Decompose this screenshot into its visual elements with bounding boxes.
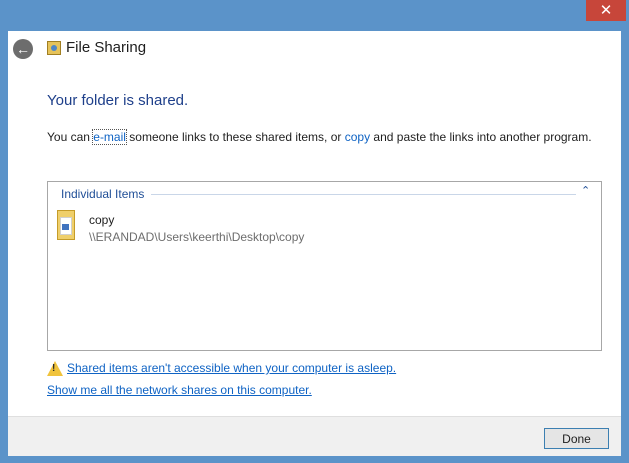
item-name: copy <box>89 213 115 227</box>
collapse-group-button[interactable]: ⌃ <box>581 184 590 197</box>
warning-mark: ! <box>52 363 56 374</box>
desc-middle: someone links to these shared items, or <box>125 130 345 144</box>
share-description: You can e-mail someone links to these sh… <box>47 129 592 145</box>
desc-suffix: and paste the links into another program… <box>370 130 592 144</box>
window-title: File Sharing <box>66 39 147 56</box>
window-titlebar: ✕ <box>0 0 629 30</box>
dialog-footer: Done <box>8 416 621 456</box>
email-link[interactable]: e-mail <box>92 129 127 145</box>
copy-link[interactable]: copy <box>345 130 370 144</box>
dialog-content: Your folder is shared. You can e-mail so… <box>8 67 621 416</box>
shared-folder-icon <box>56 210 76 242</box>
shared-items-list: Individual Items ⌃ copy \\ERANDAD\Users\… <box>47 181 602 351</box>
desc-prefix: You can <box>47 130 94 144</box>
back-button[interactable]: ← <box>13 39 33 59</box>
navigation-bar: ← File Sharing <box>8 31 621 67</box>
group-header: Individual Items <box>61 187 145 201</box>
close-button[interactable]: ✕ <box>586 0 626 21</box>
done-button[interactable]: Done <box>544 428 609 449</box>
sleep-warning-link[interactable]: Shared items aren't accessible when your… <box>67 361 396 375</box>
network-shares-link[interactable]: Show me all the network shares on this c… <box>47 383 312 397</box>
item-path: \\ERANDAD\Users\keerthi\Desktop\copy <box>89 230 305 244</box>
group-divider <box>151 194 576 195</box>
page-heading: Your folder is shared. <box>47 92 189 109</box>
file-sharing-icon <box>47 41 61 55</box>
